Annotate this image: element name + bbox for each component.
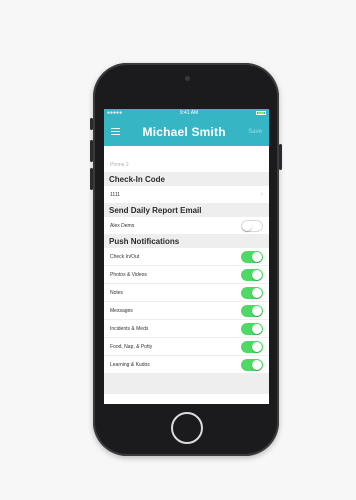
toggle-knob <box>252 305 262 316</box>
push-row-incidents-meds: Incidents & Meds <box>104 320 269 338</box>
page-title: Michael Smith <box>142 124 226 139</box>
toggle-knob <box>252 269 262 280</box>
home-button[interactable] <box>171 412 203 444</box>
status-bar: ●●●●● 9:41 AM <box>104 109 269 117</box>
volume-up-button <box>90 140 93 162</box>
incidents-meds-toggle[interactable] <box>241 322 263 335</box>
toggle-knob <box>242 220 252 231</box>
push-row-notes: Notes <box>104 284 269 302</box>
daily-report-name: Alex Demo <box>110 222 135 229</box>
push-row-messages: Messages <box>104 302 269 320</box>
daily-report-header-text: Send Daily Report Email <box>109 206 202 215</box>
app-screen: ●●●●● 9:41 AM Michael Smith Save Phone 2… <box>104 109 269 404</box>
daily-report-row: Alex Demo <box>104 217 269 235</box>
power-button <box>279 144 282 170</box>
check-in-out-toggle[interactable] <box>241 250 263 263</box>
mute-switch <box>90 118 93 130</box>
battery-icon <box>256 111 266 115</box>
checkin-section-header: Check-In Code <box>104 173 269 186</box>
photos-videos-toggle[interactable] <box>241 268 263 281</box>
push-header-text: Push Notifications <box>109 237 180 246</box>
messages-toggle[interactable] <box>241 304 263 317</box>
push-label: Food, Nap, & Potty <box>110 343 153 350</box>
checkin-header-text: Check-In Code <box>109 175 166 184</box>
daily-report-section-header: Send Daily Report Email <box>104 204 269 217</box>
push-row-food-nap-potty: Food, Nap, & Potty <box>104 338 269 356</box>
food-nap-potty-toggle[interactable] <box>241 340 263 353</box>
push-label: Messages <box>110 307 133 314</box>
push-row-learning-kudos: Learning & Kudos <box>104 356 269 374</box>
nav-bar: Michael Smith Save <box>104 117 269 146</box>
toggle-knob <box>252 359 262 370</box>
chevron-right-icon: › <box>260 191 263 198</box>
learning-kudos-toggle[interactable] <box>241 358 263 371</box>
checkin-code-row[interactable]: 1111 › <box>104 186 269 204</box>
daily-report-toggle[interactable] <box>241 219 263 232</box>
toggle-knob <box>252 341 262 352</box>
push-row-check-in-out: Check In/Out <box>104 248 269 266</box>
list-footer <box>104 374 269 394</box>
status-time: 9:41 AM <box>179 110 199 116</box>
notes-toggle[interactable] <box>241 286 263 299</box>
save-button[interactable]: Save <box>248 129 262 135</box>
push-label: Photos & Videos <box>110 271 147 278</box>
volume-down-button <box>90 168 93 190</box>
checkin-code-value: 1111 <box>110 191 121 198</box>
phone2-field-row[interactable]: Phone 2 <box>104 157 269 173</box>
push-label: Learning & Kudos <box>110 361 150 368</box>
toggle-knob <box>252 251 262 262</box>
signal-indicator: ●●●●● <box>107 110 123 116</box>
push-notification-list: Check In/Out Photos & Videos Notes Messa… <box>104 248 269 374</box>
push-label: Notes <box>110 289 124 296</box>
push-label: Check In/Out <box>110 253 140 260</box>
front-camera <box>185 76 190 81</box>
toggle-knob <box>252 323 262 334</box>
push-label: Incidents & Meds <box>110 325 149 332</box>
push-section-header: Push Notifications <box>104 235 269 248</box>
menu-icon[interactable] <box>111 128 120 135</box>
phone2-placeholder: Phone 2 <box>110 161 129 168</box>
toggle-knob <box>252 287 262 298</box>
phone2-field[interactable] <box>104 146 269 157</box>
push-row-photos-videos: Photos & Videos <box>104 266 269 284</box>
